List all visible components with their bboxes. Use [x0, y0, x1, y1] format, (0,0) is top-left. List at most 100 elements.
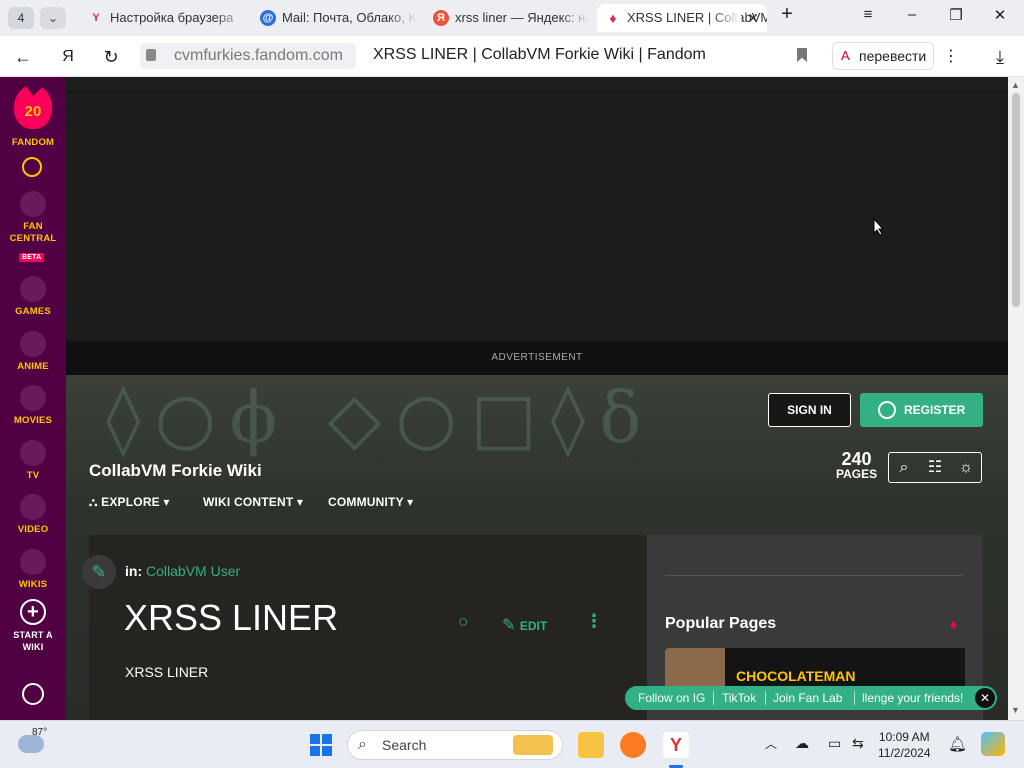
- translate-icon: A: [841, 48, 850, 63]
- scrollbar[interactable]: ▲ ▼: [1008, 77, 1024, 720]
- tab-title: XRSS LINER | CollabVM: [627, 10, 767, 25]
- popular-page-title[interactable]: CHOCOLATEMAN: [736, 668, 856, 684]
- scrollbar-thumb[interactable]: [1012, 93, 1020, 307]
- tab-list-chevron-icon[interactable]: ⌄: [40, 7, 66, 29]
- advertisement-label: ADVERTISEMENT: [66, 341, 1008, 375]
- search-highlight-icon: [513, 735, 553, 755]
- tiktok-link[interactable]: TikTok: [722, 686, 756, 710]
- sign-in-button[interactable]: SIGN IN: [768, 393, 851, 427]
- back-arrow-icon[interactable]: ←: [10, 44, 36, 70]
- tab-xrss-liner[interactable]: ♦ XRSS LINER | CollabVM ✕: [597, 4, 767, 32]
- book-icon: [20, 549, 46, 575]
- category-line: in: CollabVM User: [125, 563, 241, 579]
- sidebar-item-movies[interactable]: MOVIES: [0, 385, 66, 427]
- register-button[interactable]: REGISTER: [860, 393, 983, 427]
- tab-yandex-search[interactable]: Я xrss liner — Яндекс: на: [425, 4, 590, 32]
- tab-count-button[interactable]: 4: [8, 7, 34, 29]
- movie-icon: [20, 385, 46, 411]
- onedrive-icon[interactable]: ☁: [795, 735, 809, 752]
- theme-toggle-icon[interactable]: ☼: [956, 458, 976, 478]
- search-icon[interactable]: [22, 157, 42, 177]
- article-title: XRSS LINER: [124, 597, 339, 638]
- more-options-icon[interactable]: ⋮: [585, 611, 603, 632]
- gamepad-icon: [20, 276, 46, 302]
- advertisement-slot: [66, 91, 1008, 341]
- anniversary-badge: 20: [24, 103, 42, 120]
- restore-icon[interactable]: ❐: [941, 6, 971, 24]
- minimize-icon[interactable]: –: [897, 6, 927, 23]
- file-explorer-icon[interactable]: [578, 732, 604, 758]
- sidebar-item-anime[interactable]: ANIME: [0, 331, 66, 373]
- sidebar-item-games[interactable]: GAMES: [0, 276, 66, 318]
- discussions-icon[interactable]: ☷: [925, 458, 945, 478]
- network-icon[interactable]: ⇆: [852, 735, 864, 752]
- nav-community[interactable]: COMMUNITY ▾: [328, 495, 413, 509]
- tv-icon: [20, 440, 46, 466]
- display-icon[interactable]: ▭: [828, 735, 841, 752]
- lock-icon: [146, 49, 156, 61]
- scroll-down-icon[interactable]: ▼: [1011, 705, 1020, 715]
- search-icon: ⌕: [358, 736, 367, 753]
- header-decoration: ◊○ϕ ◇○□◊δ: [106, 377, 656, 459]
- sidebar-item-start-wiki[interactable]: + START A WIKI: [0, 599, 66, 653]
- tab-browser-settings[interactable]: Y Настройка браузера: [80, 4, 245, 32]
- edit-button[interactable]: ✎ EDIT: [502, 615, 547, 635]
- windows-start-icon[interactable]: [309, 733, 333, 757]
- copilot-icon[interactable]: [981, 732, 1005, 756]
- close-window-icon[interactable]: ✕: [985, 6, 1015, 24]
- reload-icon[interactable]: ↻: [98, 44, 124, 70]
- new-tab-icon[interactable]: +: [772, 3, 802, 26]
- tab-mail[interactable]: @ Mail: Почта, Облако, Ка: [252, 4, 417, 32]
- sidebar-item-video[interactable]: VIDEO: [0, 494, 66, 536]
- article-body: XRSS LINER: [125, 664, 209, 680]
- wiki-tools: ⌕ ☷ ☼: [888, 452, 982, 483]
- page-content: ADVERTISEMENT ◊○ϕ ◇○□◊δ SIGN IN REGISTER…: [66, 77, 1008, 720]
- challenge-friends-link[interactable]: llenge your friends!: [862, 686, 963, 710]
- tab-bar: 4 ⌄ Y Настройка браузера @ Mail: Почта, …: [0, 0, 1024, 36]
- download-icon[interactable]: ⤓: [987, 44, 1013, 70]
- sidebar-item-tv[interactable]: TV: [0, 440, 66, 482]
- search-icon[interactable]: ⌕: [894, 458, 914, 478]
- wiki-name[interactable]: CollabVM Forkie Wiki: [89, 461, 262, 481]
- page-count: 240 PAGES: [836, 449, 878, 481]
- user-avatar-icon[interactable]: [22, 683, 44, 705]
- rail-divider: [665, 575, 963, 576]
- yandex-search-favicon-icon: Я: [433, 10, 449, 26]
- explore-icon: ⛬: [89, 495, 102, 509]
- notification-bell-icon[interactable]: 🔔︎: [948, 735, 967, 753]
- beta-badge: BETA: [19, 253, 45, 262]
- translate-button[interactable]: A перевести: [832, 42, 934, 70]
- fandom-heart-icon: ♦: [950, 616, 958, 632]
- follow-ig-link[interactable]: Follow on IG: [638, 686, 705, 710]
- nav-wiki-content[interactable]: WIKI CONTENT ▾: [203, 495, 303, 509]
- video-icon: [20, 494, 46, 520]
- yandex-logo-icon[interactable]: Я: [55, 44, 81, 70]
- comments-icon[interactable]: ○: [458, 612, 468, 632]
- user-icon: [878, 401, 896, 419]
- taskbar-search[interactable]: ⌕ Search: [347, 730, 563, 760]
- bookmark-icon[interactable]: [797, 48, 807, 62]
- rocket-icon: [20, 191, 46, 217]
- windows-taskbar: 87° ⌕ Search Y ︿ ☁ ▭ ⇆ 10:09 AM 11/2/202…: [0, 720, 1024, 768]
- sidebar-item-fan-central[interactable]: FAN CENTRAL BETA: [0, 191, 66, 262]
- join-fan-lab-link[interactable]: Join Fan Lab: [773, 686, 842, 710]
- close-tab-icon[interactable]: ✕: [747, 4, 759, 32]
- firefox-icon[interactable]: [620, 732, 646, 758]
- tray-chevron-icon[interactable]: ︿: [765, 735, 777, 752]
- close-icon[interactable]: ✕: [975, 688, 995, 708]
- address-bar: ← Я ↻ cvmfurkies.fandom.com XRSS LINER |…: [0, 36, 1024, 77]
- menu-icon[interactable]: ≡: [853, 6, 883, 23]
- yandex-favicon-icon: Y: [92, 12, 100, 24]
- scroll-up-icon[interactable]: ▲: [1011, 80, 1020, 90]
- clock[interactable]: 10:09 AM 11/2/2024: [878, 729, 931, 761]
- more-vertical-icon[interactable]: ⋮: [938, 44, 964, 70]
- pencil-icon[interactable]: ✎: [82, 555, 116, 589]
- category-link[interactable]: CollabVM User: [146, 563, 240, 579]
- sidebar-item-wikis[interactable]: WIKIS: [0, 549, 66, 591]
- fandom-brand-label: FANDOM: [11, 137, 55, 148]
- mail-favicon-icon: @: [260, 10, 276, 26]
- yandex-browser-icon[interactable]: Y: [663, 732, 689, 758]
- nav-explore[interactable]: ⛬ EXPLORE ▾: [89, 495, 170, 510]
- url-text: cvmfurkies.fandom.com: [174, 47, 343, 64]
- fandom-sidebar: 20 FANDOM FAN CENTRAL BETA GAMES ANIME M…: [0, 77, 66, 720]
